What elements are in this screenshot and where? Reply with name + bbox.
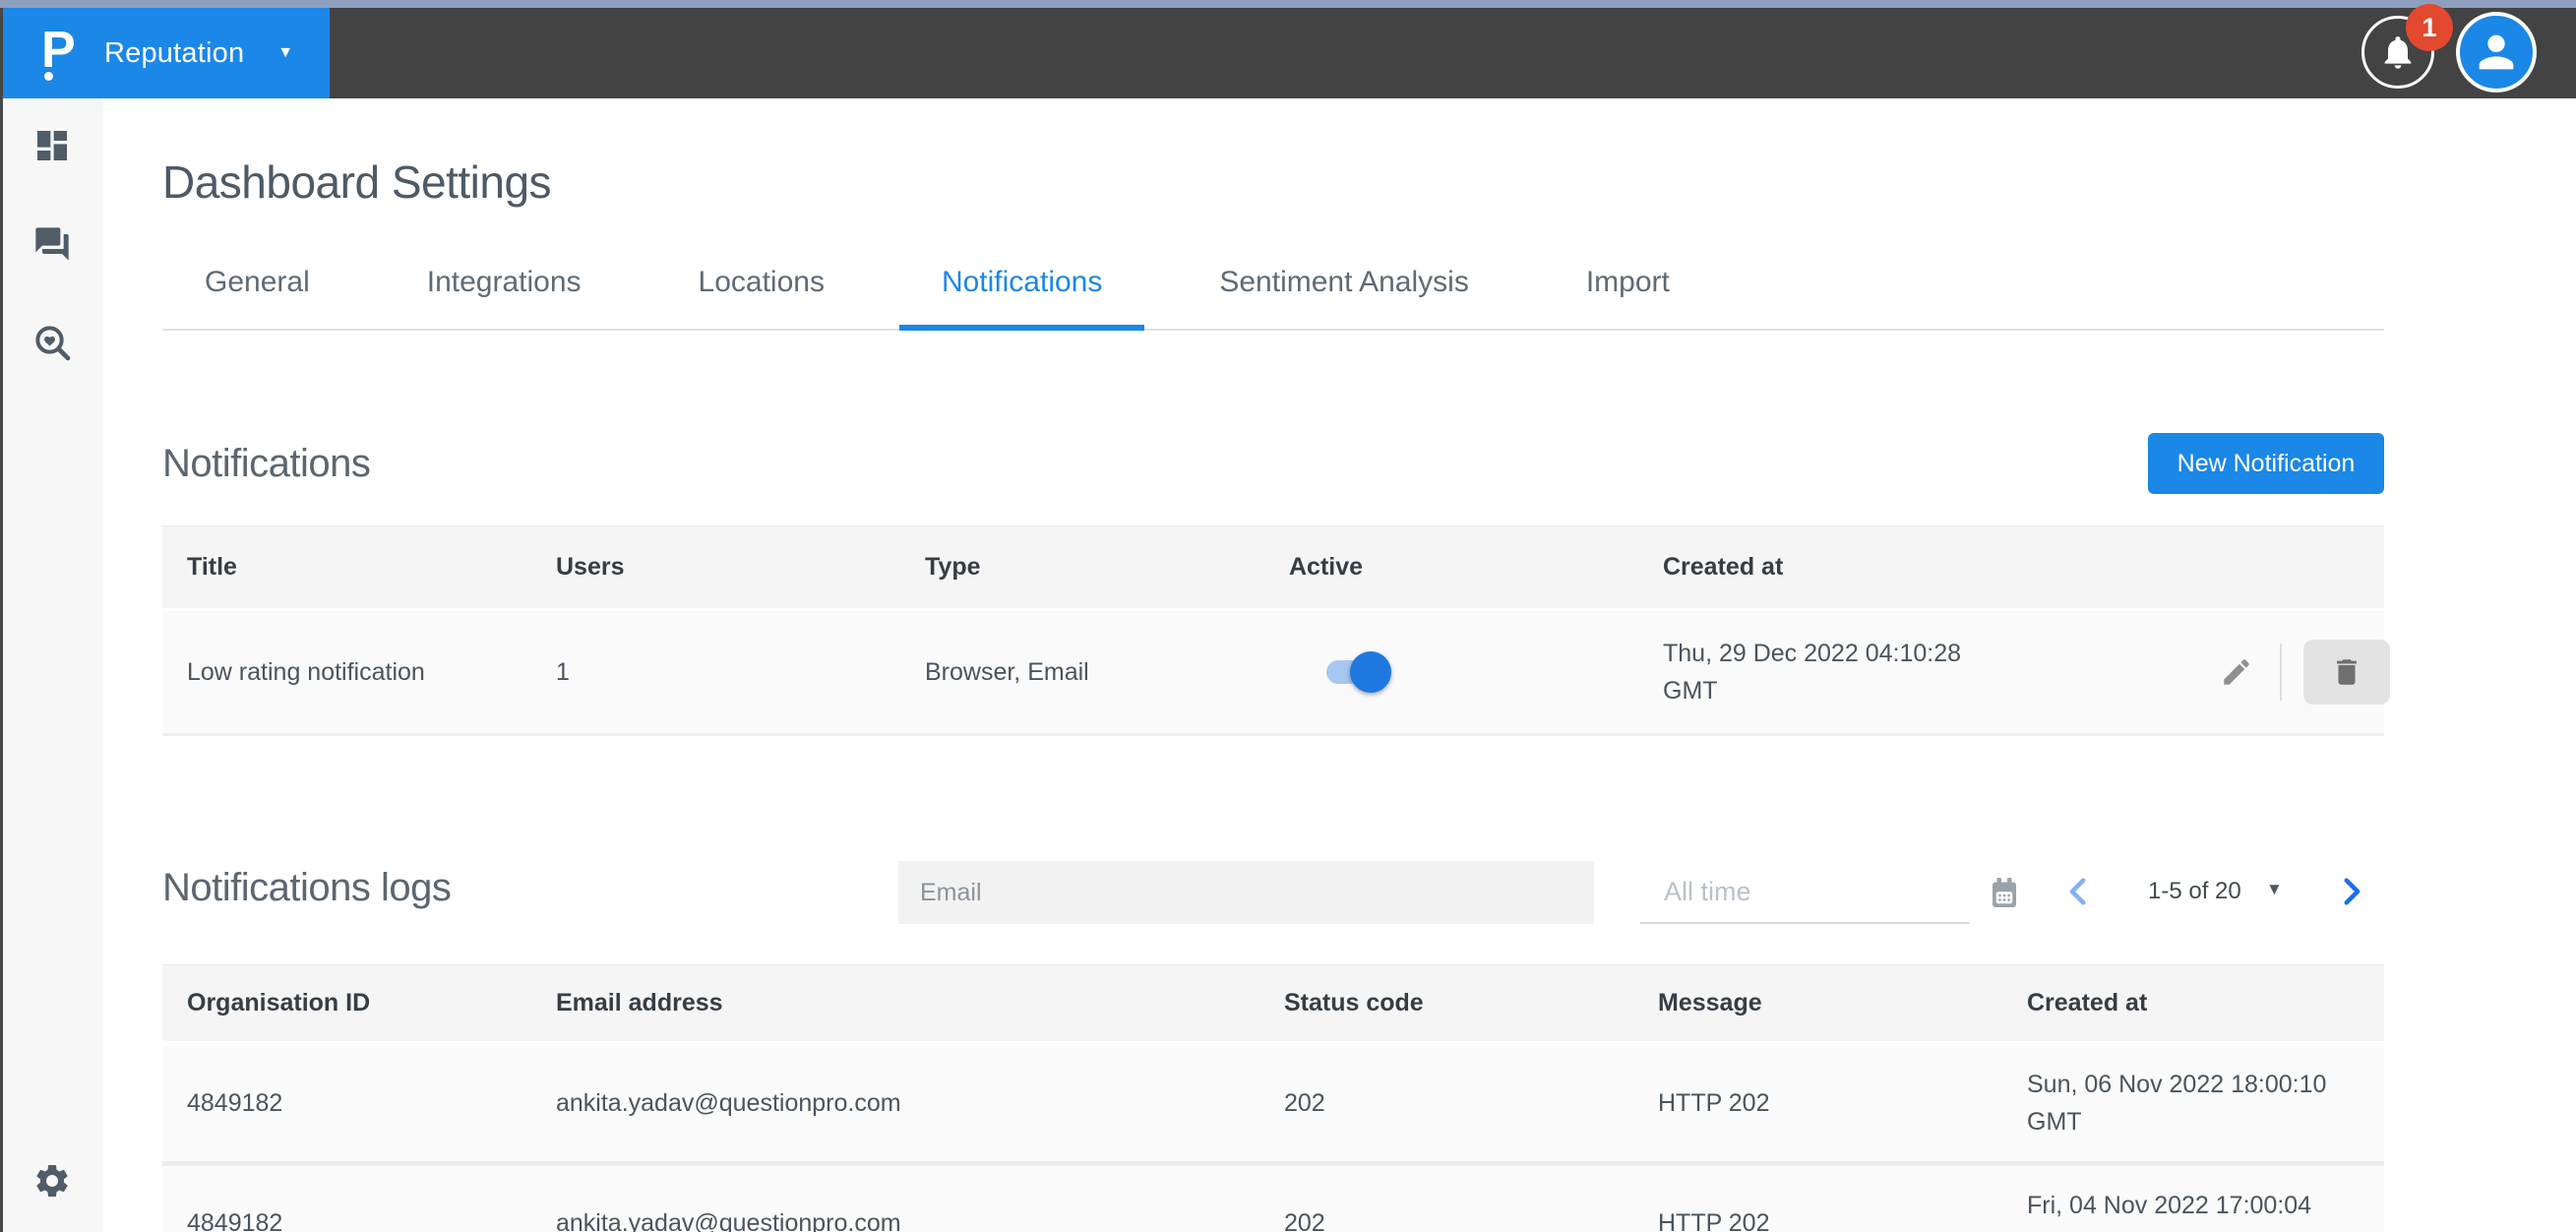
date-range-input[interactable] bbox=[1640, 861, 1970, 924]
notification-created-cell: Thu, 29 Dec 2022 04:10:28 GMT bbox=[1663, 635, 2002, 709]
tab-import[interactable]: Import bbox=[1544, 236, 1712, 329]
notifications-section-title: Notifications bbox=[162, 442, 370, 486]
calendar-button[interactable] bbox=[1985, 872, 2024, 913]
sidebar-item-conversations[interactable] bbox=[31, 222, 74, 266]
tab-bar: General Integrations Locations Notificat… bbox=[162, 236, 2384, 331]
logs-table: Organisation ID Email address Status cod… bbox=[162, 964, 2384, 1232]
page-title: Dashboard Settings bbox=[162, 153, 2384, 212]
log-created-cell: Sun, 06 Nov 2022 18:00:10 GMT bbox=[2027, 1066, 2366, 1140]
chevron-left-icon bbox=[2062, 875, 2096, 908]
log-org-id-cell: 4849182 bbox=[187, 1089, 556, 1118]
tab-notifications[interactable]: Notifications bbox=[899, 236, 1144, 329]
toggle-knob bbox=[1350, 651, 1391, 693]
calendar-icon bbox=[1987, 874, 2022, 911]
notification-row: Low rating notification 1 Browser, Email… bbox=[162, 608, 2384, 736]
active-toggle[interactable] bbox=[1326, 659, 1383, 685]
window-left-edge bbox=[0, 8, 3, 1232]
trash-icon bbox=[2330, 655, 2363, 689]
column-header-users: Users bbox=[556, 553, 925, 582]
sidebar bbox=[0, 98, 103, 1232]
log-message-cell: HTTP 202 bbox=[1658, 1209, 2027, 1232]
notification-active-cell bbox=[1289, 659, 1663, 685]
notification-badge: 1 bbox=[2406, 4, 2453, 51]
notifications-table-header: Title Users Type Active Created at bbox=[162, 525, 2384, 608]
product-name: Reputation bbox=[104, 37, 244, 70]
gear-icon bbox=[32, 1161, 72, 1201]
sidebar-item-reviews[interactable] bbox=[31, 321, 74, 364]
chevron-down-icon: ▼ bbox=[277, 44, 293, 62]
log-email-cell: ankita.yadav@questionpro.com bbox=[556, 1089, 1284, 1118]
log-row: 4849182 ankita.yadav@questionpro.com 202… bbox=[162, 1161, 2384, 1232]
conversations-icon bbox=[32, 224, 72, 264]
log-status-cell: 202 bbox=[1284, 1209, 1658, 1232]
main-content: Dashboard Settings General Integrations … bbox=[162, 98, 2384, 1232]
logs-table-header: Organisation ID Email address Status cod… bbox=[162, 964, 2384, 1041]
email-filter-input[interactable] bbox=[898, 861, 1594, 924]
notification-title-cell: Low rating notification bbox=[187, 658, 556, 687]
column-header-type: Type bbox=[925, 553, 1289, 582]
log-status-cell: 202 bbox=[1284, 1089, 1658, 1118]
app-window: P Reputation ▼ 1 bbox=[0, 0, 2576, 1232]
product-switcher[interactable]: P Reputation ▼ bbox=[0, 8, 330, 98]
pencil-icon bbox=[2220, 655, 2253, 689]
log-created-cell: Fri, 04 Nov 2022 17:00:04 GMT bbox=[2027, 1187, 2366, 1232]
column-header-created-at: Created at bbox=[1663, 553, 2189, 582]
logs-section-title: Notifications logs bbox=[162, 866, 451, 910]
column-header-message: Message bbox=[1658, 989, 2027, 1017]
top-bar: P Reputation ▼ 1 bbox=[0, 8, 2576, 98]
sidebar-item-dashboard[interactable] bbox=[31, 124, 74, 167]
review-search-icon bbox=[32, 323, 72, 362]
column-header-log-created: Created at bbox=[2027, 989, 2384, 1017]
caret-down-icon[interactable]: ▼ bbox=[2266, 880, 2283, 899]
questionpro-logo-icon: P bbox=[41, 26, 81, 81]
notifications-table: Title Users Type Active Created at Low r… bbox=[162, 525, 2384, 736]
person-icon bbox=[2471, 27, 2522, 78]
logo-letter: P bbox=[41, 22, 76, 79]
log-org-id-cell: 4849182 bbox=[187, 1209, 556, 1232]
sidebar-item-settings[interactable] bbox=[31, 1159, 74, 1202]
tab-sentiment-analysis[interactable]: Sentiment Analysis bbox=[1177, 236, 1510, 329]
actions-divider bbox=[2280, 644, 2282, 701]
tab-locations[interactable]: Locations bbox=[656, 236, 867, 329]
logo-dot bbox=[44, 72, 53, 81]
notifications-section-head: Notifications New Notification bbox=[162, 433, 2384, 494]
prev-page-button[interactable] bbox=[2059, 872, 2099, 911]
tab-integrations[interactable]: Integrations bbox=[385, 236, 624, 329]
log-message-cell: HTTP 202 bbox=[1658, 1089, 2027, 1118]
window-top-strip bbox=[0, 0, 2576, 8]
column-header-email: Email address bbox=[556, 989, 1284, 1017]
pagination-range-dropdown[interactable]: 1-5 of 20 bbox=[2148, 878, 2241, 905]
chevron-right-icon bbox=[2334, 875, 2367, 908]
logs-controls: Notifications logs 1-5 of 20 ▼ bbox=[162, 860, 2384, 925]
log-row: 4849182 ankita.yadav@questionpro.com 202… bbox=[162, 1041, 2384, 1161]
avatar-button[interactable] bbox=[2456, 12, 2537, 92]
column-header-status: Status code bbox=[1284, 989, 1658, 1017]
delete-button[interactable] bbox=[2303, 640, 2390, 705]
new-notification-button[interactable]: New Notification bbox=[2148, 433, 2384, 494]
tab-general[interactable]: General bbox=[162, 236, 352, 329]
log-email-cell: ankita.yadav@questionpro.com bbox=[556, 1209, 1284, 1232]
next-page-button[interactable] bbox=[2331, 872, 2370, 911]
column-header-title: Title bbox=[187, 553, 556, 582]
edit-button[interactable] bbox=[2215, 650, 2258, 694]
notification-actions-cell bbox=[2189, 640, 2390, 705]
dashboard-icon bbox=[32, 126, 72, 165]
notification-type-cell: Browser, Email bbox=[925, 658, 1289, 687]
column-header-active: Active bbox=[1289, 553, 1663, 582]
column-header-org-id: Organisation ID bbox=[187, 989, 556, 1017]
notification-users-cell: 1 bbox=[556, 658, 925, 687]
